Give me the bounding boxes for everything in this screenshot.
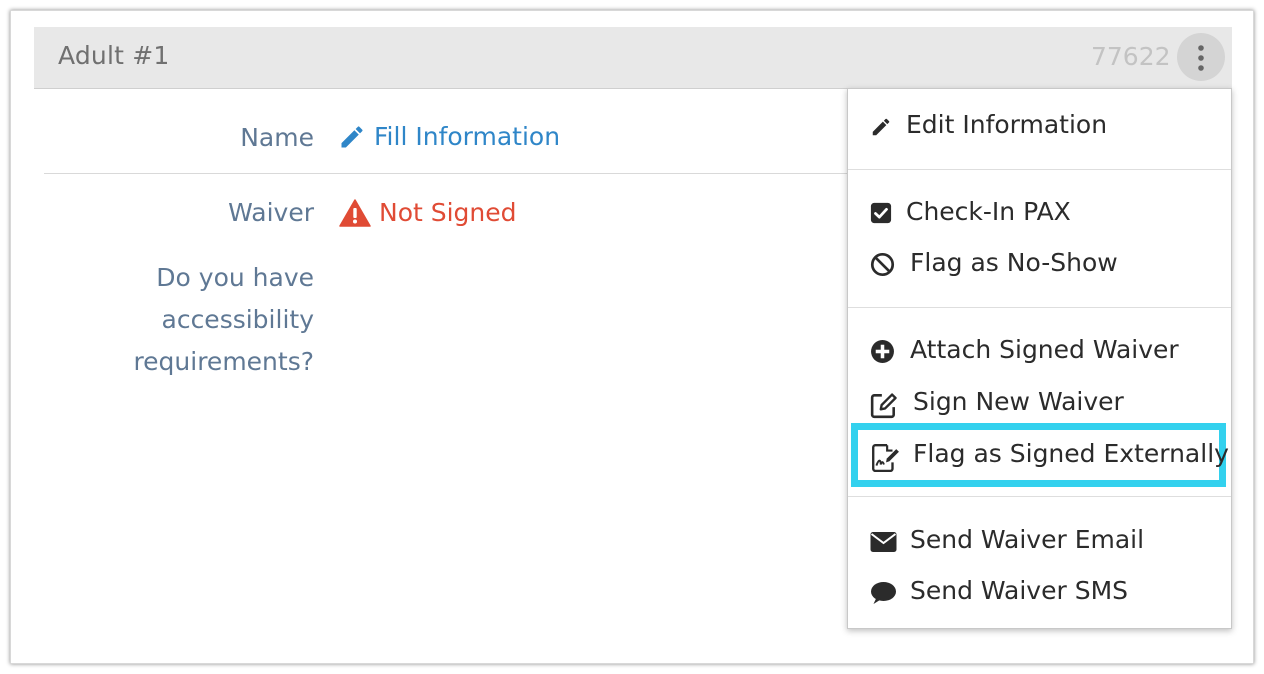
menu-divider	[848, 496, 1231, 497]
menu-item-label: Send Waiver Email	[910, 525, 1145, 554]
file-signature-icon	[872, 444, 899, 472]
menu-item-label: Sign New Waiver	[913, 387, 1124, 416]
menu-item-label: Send Waiver SMS	[910, 576, 1129, 605]
card-title: Adult #1	[58, 41, 170, 70]
row-divider	[44, 173, 854, 174]
envelope-icon	[870, 532, 897, 552]
menu-item-edit-information[interactable]: Edit Information	[848, 104, 1231, 148]
menu-item-sign-new-waiver[interactable]: Sign New Waiver	[848, 381, 1231, 425]
menu-item-label: Check-In PAX	[906, 197, 1071, 226]
menu-item-send-waiver-sms[interactable]: Send Waiver SMS	[848, 570, 1231, 614]
waiver-status-text: Not Signed	[379, 198, 517, 227]
name-label: Name	[240, 123, 314, 152]
menu-item-label: Edit Information	[906, 110, 1108, 139]
plus-circle-icon	[871, 340, 894, 363]
menu-divider	[848, 169, 1231, 170]
accessibility-label-line: Do you have	[156, 263, 314, 292]
menu-item-label: Attach Signed Waiver	[910, 335, 1179, 364]
fill-information-text: Fill Information	[374, 122, 561, 151]
fill-information-link[interactable]: Fill Information	[338, 122, 560, 151]
waiver-status: Not Signed	[339, 198, 517, 227]
waiver-label: Waiver	[228, 198, 314, 227]
ban-icon	[870, 252, 895, 277]
comment-icon	[871, 582, 896, 604]
accessibility-label-line: accessibility	[161, 305, 315, 334]
more-options-button[interactable]	[1177, 33, 1225, 81]
checkbox-checked-icon	[870, 202, 892, 224]
card-header: Adult #1 77622	[34, 27, 1232, 89]
warning-triangle-icon	[339, 198, 371, 227]
menu-item-send-waiver-email[interactable]: Send Waiver Email	[848, 519, 1231, 563]
menu-item-flag-signed-externally[interactable]: Flag as Signed Externally	[848, 433, 1231, 477]
menu-item-label: Flag as Signed Externally	[913, 439, 1229, 468]
menu-item-flag-no-show[interactable]: Flag as No-Show	[848, 242, 1231, 286]
pencil-icon	[872, 118, 890, 136]
menu-item-check-in-pax[interactable]: Check-In PAX	[848, 191, 1231, 235]
vertical-ellipsis-icon	[1198, 45, 1204, 71]
menu-item-attach-signed-waiver[interactable]: Attach Signed Waiver	[848, 329, 1231, 373]
accessibility-label-line: requirements?	[133, 347, 314, 376]
actions-dropdown-menu: Edit Information Check-In PAX Flag as No…	[847, 88, 1232, 629]
menu-divider	[848, 307, 1231, 308]
accessibility-label: Do you have accessibility requirements?	[74, 257, 314, 383]
menu-item-label: Flag as No-Show	[910, 248, 1118, 277]
pencil-icon	[341, 125, 363, 147]
edit-square-icon	[870, 393, 897, 419]
booking-id: 77622	[1091, 42, 1171, 71]
